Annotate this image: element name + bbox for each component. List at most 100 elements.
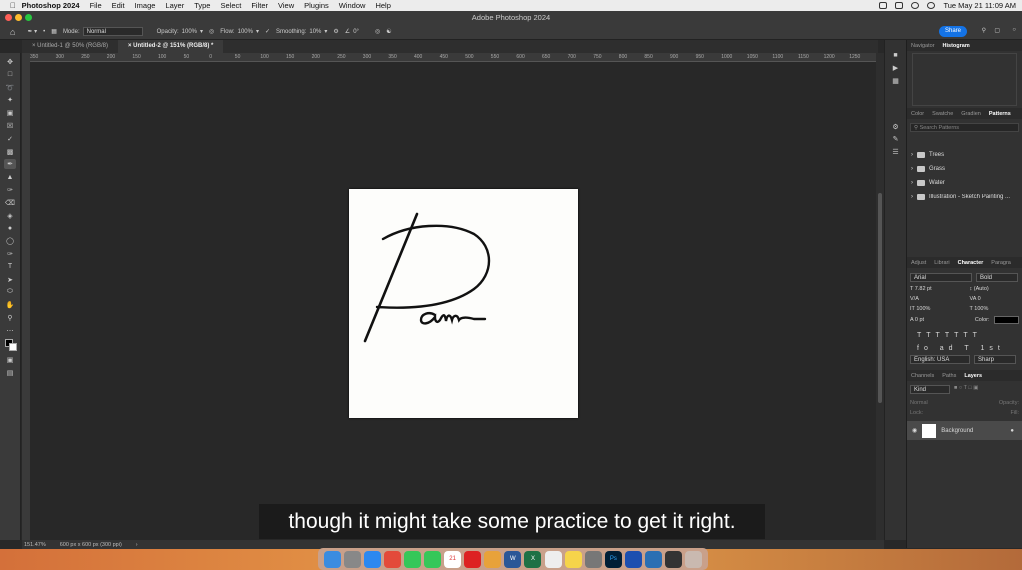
- menu-window[interactable]: Window: [339, 1, 366, 10]
- stamp-tool-icon[interactable]: ▲: [4, 172, 16, 182]
- tab-untitled-1[interactable]: × Untitled-1 @ 50% (RGB/8): [22, 40, 118, 53]
- horizontal-scale-field[interactable]: T 100%: [969, 306, 1019, 312]
- healing-tool-icon[interactable]: ▩: [4, 147, 16, 157]
- layer-filter-icons[interactable]: ■ ○ T □ ▣: [954, 385, 978, 394]
- font-size-field[interactable]: T 7.82 pt: [910, 286, 965, 292]
- flow-input[interactable]: 100%: [238, 29, 253, 35]
- sliders-icon[interactable]: ☰: [890, 147, 902, 157]
- opentype-buttons[interactable]: fo ad T 1st: [907, 345, 1022, 352]
- obs-icon[interactable]: [665, 550, 683, 568]
- brush-preset-icon[interactable]: ✒ ▾: [27, 28, 37, 35]
- document-canvas[interactable]: [349, 189, 578, 418]
- menu-plugins[interactable]: Plugins: [304, 1, 329, 10]
- angle-input[interactable]: ∠ 0°: [345, 28, 359, 36]
- font-style-select[interactable]: Bold: [976, 273, 1018, 282]
- font-family-select[interactable]: Arial: [910, 273, 972, 282]
- tab-libraries[interactable]: Librari: [930, 260, 953, 266]
- status-icon[interactable]: [895, 2, 904, 9]
- language-select[interactable]: English: USA: [910, 355, 970, 364]
- launchpad-icon[interactable]: [343, 550, 361, 568]
- move-tool-icon[interactable]: ✥: [4, 57, 16, 67]
- hand-tool-icon[interactable]: ✋: [4, 300, 16, 310]
- type-tool-icon[interactable]: T: [4, 262, 16, 272]
- menu-view[interactable]: View: [278, 1, 294, 10]
- pen-tool-icon[interactable]: ✑: [4, 249, 16, 259]
- tab-gradients[interactable]: Gradien: [957, 111, 985, 117]
- layer-row-background[interactable]: ◉ Background ●: [907, 421, 1022, 440]
- workspace-icon[interactable]: ▢: [994, 27, 1000, 34]
- chrome2-icon[interactable]: [484, 550, 502, 568]
- leading-field[interactable]: ↕ (Auto): [969, 286, 1019, 292]
- shape-tool-icon[interactable]: ⬭: [4, 287, 16, 297]
- brush-tool-icon[interactable]: ✒: [4, 159, 16, 170]
- reminders-icon[interactable]: [544, 550, 562, 568]
- minimize-window-button[interactable]: [15, 14, 22, 21]
- tracking-field[interactable]: VA 0: [969, 296, 1019, 302]
- settings-icon[interactable]: ○: [1012, 27, 1016, 33]
- adjustments-icon[interactable]: ⚙: [890, 122, 902, 132]
- kerning-field[interactable]: V/A: [910, 296, 965, 302]
- gear-icon[interactable]: ⚙: [333, 28, 338, 35]
- paint-bucket-tool-icon[interactable]: ◈: [4, 211, 16, 221]
- zoom-level[interactable]: 151.47%: [24, 542, 46, 548]
- layer-filter-kind[interactable]: Kind: [910, 385, 950, 394]
- tab-untitled-2[interactable]: × Untitled-2 @ 151% (RGB/8) *: [117, 40, 224, 53]
- clock[interactable]: Tue May 21 11:09 AM: [943, 1, 1016, 10]
- tab-character[interactable]: Character: [954, 260, 988, 266]
- status-icon[interactable]: [879, 2, 888, 9]
- tab-layers[interactable]: Layers: [960, 373, 986, 379]
- menu-filter[interactable]: Filter: [251, 1, 268, 10]
- pattern-group-grass[interactable]: › Grass: [907, 162, 1022, 176]
- lasso-tool-icon[interactable]: ➰: [4, 83, 16, 93]
- opacity-input[interactable]: 100%: [182, 29, 197, 35]
- text-style-buttons[interactable]: TTTTTTT: [907, 326, 1022, 345]
- pattern-group-trees[interactable]: › Trees: [907, 148, 1022, 162]
- calendar-icon[interactable]: 21: [444, 550, 462, 568]
- history-brush-tool-icon[interactable]: ✑: [4, 185, 16, 195]
- pressure-opacity-icon[interactable]: ◎: [209, 28, 214, 35]
- settings-icon[interactable]: [584, 550, 602, 568]
- baseline-field[interactable]: A 0 pt: [910, 317, 965, 323]
- pattern-group-water[interactable]: › Water: [907, 176, 1022, 190]
- tab-swatches[interactable]: Swatche: [928, 111, 957, 117]
- tab-channels[interactable]: Channels: [907, 373, 938, 379]
- menu-layer[interactable]: Layer: [165, 1, 184, 10]
- menu-image[interactable]: Image: [135, 1, 156, 10]
- search-icon[interactable]: [927, 2, 936, 9]
- path-selection-tool-icon[interactable]: ➤: [4, 275, 16, 285]
- vpn-icon[interactable]: [645, 550, 663, 568]
- dodge-tool-icon[interactable]: ◯: [4, 236, 16, 246]
- blur-tool-icon[interactable]: ●: [4, 223, 16, 233]
- menu-type[interactable]: Type: [194, 1, 210, 10]
- tab-color[interactable]: Color: [907, 111, 928, 117]
- search-patterns-input[interactable]: ⚲ Search Patterns: [910, 123, 1019, 132]
- tab-paths[interactable]: Paths: [938, 373, 960, 379]
- chrome-icon[interactable]: [383, 550, 401, 568]
- color-swatches-icon[interactable]: [4, 338, 17, 353]
- marquee-tool-icon[interactable]: □: [4, 70, 16, 80]
- tab-navigator[interactable]: Navigator: [907, 43, 939, 49]
- photoshop-icon[interactable]: Ps: [604, 550, 622, 568]
- frame-tool-icon[interactable]: ☒: [4, 121, 16, 131]
- notes-icon[interactable]: [564, 550, 582, 568]
- share-button[interactable]: Share: [938, 26, 967, 37]
- apple-icon[interactable]: : [10, 1, 16, 10]
- search-icon[interactable]: ⚲: [982, 27, 986, 34]
- eyedropper-tool-icon[interactable]: ✓: [4, 134, 16, 144]
- excel-icon[interactable]: X: [524, 550, 542, 568]
- zoom-window-button[interactable]: [25, 14, 32, 21]
- facetime-icon[interactable]: [403, 550, 421, 568]
- menu-edit[interactable]: Edit: [112, 1, 125, 10]
- play-icon[interactable]: ▶: [890, 63, 902, 73]
- lock-icon[interactable]: ●: [1010, 428, 1014, 434]
- wifi-icon[interactable]: [911, 2, 920, 9]
- menu-select[interactable]: Select: [220, 1, 241, 10]
- tab-paragraph[interactable]: Paragra: [987, 260, 1015, 266]
- tab-adjustments[interactable]: Adjust: [907, 260, 930, 266]
- properties-icon[interactable]: ▦: [890, 76, 902, 86]
- info-icon[interactable]: ■: [890, 50, 902, 60]
- menu-app-name[interactable]: Photoshop 2024: [22, 1, 80, 10]
- quick-mask-icon[interactable]: ▣: [4, 355, 16, 365]
- brush-size-icon[interactable]: •: [43, 29, 45, 35]
- eraser-tool-icon[interactable]: ⌫: [4, 198, 16, 208]
